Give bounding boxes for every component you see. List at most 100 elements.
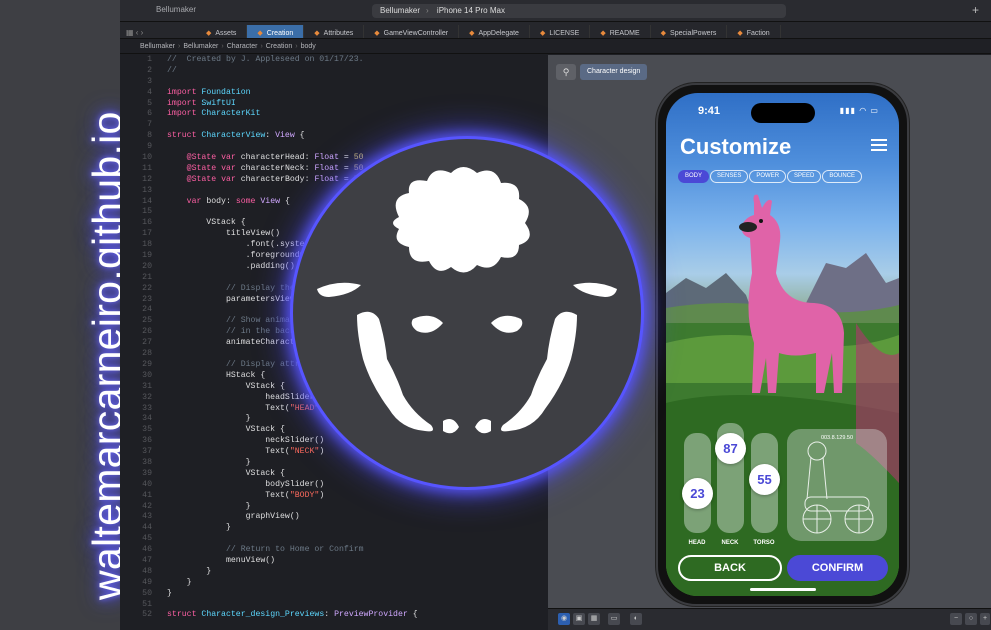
category-chips: BODY SENSES POWER SPEED BOUNCE — [678, 164, 893, 183]
tab-specialpowers[interactable]: ◆ SpecialPowers — [651, 25, 728, 38]
line-number: 28 — [142, 349, 152, 359]
tab-gameviewcontroller[interactable]: ◆ GameViewController — [364, 25, 460, 38]
code-line[interactable]: import CharacterKit — [167, 109, 547, 120]
breadcrumb-item[interactable]: Character — [227, 43, 258, 50]
tab-appdelegate[interactable]: ◆ AppDelegate — [459, 25, 530, 38]
device-settings-icon[interactable]: ▭ — [608, 613, 620, 625]
code-line[interactable]: } — [167, 567, 547, 578]
neck-slider[interactable]: 87 — [715, 423, 746, 533]
scheme-device: iPhone 14 Pro Max — [436, 6, 505, 15]
nav-arrows[interactable]: ▦ ‹ › — [120, 24, 196, 38]
line-number: 44 — [142, 523, 152, 533]
line-number: 36 — [142, 436, 152, 446]
confirm-button[interactable]: CONFIRM — [787, 555, 888, 581]
line-number: 17 — [142, 229, 152, 239]
line-number: 37 — [142, 447, 152, 457]
code-line[interactable]: } — [167, 589, 547, 600]
code-line[interactable]: // — [167, 66, 547, 77]
line-number: 30 — [142, 370, 152, 380]
swift-file-icon: ◆ — [206, 30, 212, 37]
neck-slider-knob[interactable]: 87 — [715, 433, 746, 464]
line-number: 42 — [142, 501, 152, 511]
iphone-frame: 9:41 ▮▮▮ ◠ ▭ Customize BODY SENSES POWER SP… — [656, 83, 909, 606]
breadcrumb-item[interactable]: body — [301, 43, 316, 50]
tab-assets[interactable]: ◆ Assets — [196, 25, 248, 38]
code-line[interactable]: import Foundation — [167, 88, 547, 99]
chip-speed[interactable]: SPEED — [787, 170, 822, 183]
line-number: 18 — [142, 240, 152, 250]
code-line[interactable]: } — [167, 523, 547, 534]
breadcrumb-separator: › — [221, 43, 224, 50]
line-number: 1 — [147, 55, 152, 64]
chip-bounce[interactable]: BOUNCE — [822, 170, 863, 183]
chip-senses[interactable]: SENSES — [710, 170, 749, 183]
code-line[interactable]: // Created by J. Appleseed on 01/17/23. — [167, 55, 547, 66]
code-line[interactable]: import SwiftUI — [167, 99, 547, 110]
dynamic-island — [751, 103, 815, 123]
back-button[interactable]: BACK — [678, 555, 782, 581]
skeleton-graph-panel[interactable]: 003.8.129.50 — [787, 429, 887, 541]
line-number: 10 — [142, 153, 152, 163]
swift-file-icon: ◆ — [257, 30, 263, 37]
brand-url[interactable]: waltemarcarneiro.github.io — [84, 111, 120, 600]
code-line[interactable]: graphView() — [167, 512, 547, 523]
torso-slider[interactable]: 55 — [749, 433, 780, 533]
live-preview-icon[interactable]: ◉ — [558, 613, 570, 625]
code-line[interactable] — [167, 120, 547, 131]
code-line[interactable]: } — [167, 578, 547, 589]
zoom-out-icon[interactable]: − — [950, 613, 962, 625]
head-slider-knob[interactable]: 23 — [682, 478, 713, 509]
code-line[interactable] — [167, 534, 547, 545]
code-line[interactable] — [167, 77, 547, 88]
tab-attributes[interactable]: ◆ Attributes — [304, 25, 365, 38]
line-number: 32 — [142, 392, 152, 402]
line-number: 6 — [147, 109, 152, 119]
tab-creation[interactable]: ◆ Creation — [247, 25, 305, 38]
line-number: 14 — [142, 196, 152, 206]
code-line[interactable]: Text("BODY") — [167, 491, 547, 502]
chip-power[interactable]: POWER — [749, 170, 787, 183]
code-line[interactable]: // Return to Home or Confirm — [167, 545, 547, 556]
variants-icon[interactable]: ▦ — [588, 613, 600, 625]
status-time: 9:41 — [698, 105, 721, 117]
breadcrumb: Bellumaker › Bellumaker › Character › Creation… — [120, 39, 991, 54]
torso-slider-knob[interactable]: 55 — [749, 464, 780, 495]
code-line[interactable]: } — [167, 502, 547, 513]
line-number: 12 — [142, 174, 152, 184]
code-line[interactable]: struct Character_design_Previews: Previe… — [167, 610, 547, 621]
line-number: 31 — [142, 381, 152, 391]
zoom-reset-icon[interactable]: ○ — [965, 613, 977, 625]
breadcrumb-item[interactable]: Bellumaker — [183, 43, 218, 50]
breadcrumb-separator: › — [295, 43, 298, 50]
breadcrumb-item[interactable]: Bellumaker — [140, 43, 175, 50]
color-scheme-icon[interactable]: ◐ — [630, 613, 642, 625]
sheep-icon — [317, 167, 617, 434]
code-line[interactable]: menuView() — [167, 556, 547, 567]
line-number: 9 — [147, 142, 152, 152]
breadcrumb-item[interactable]: Creation — [266, 43, 292, 50]
chip-body[interactable]: BODY — [678, 170, 710, 183]
title-bar: Bellumaker Bellumaker › iPhone 14 Pro Max… — [120, 0, 991, 22]
selectable-icon[interactable]: ▣ — [573, 613, 585, 625]
tab-readme[interactable]: ◆ README — [590, 25, 651, 38]
add-icon[interactable]: + — [972, 3, 979, 17]
scheme-selector[interactable]: Bellumaker › iPhone 14 Pro Max — [372, 4, 786, 18]
preview-tag[interactable]: Character design — [580, 64, 648, 80]
hamburger-menu-icon[interactable] — [871, 139, 887, 151]
project-name: Bellumaker — [156, 5, 197, 14]
line-number: 35 — [142, 425, 152, 435]
tab-faction[interactable]: ◆ Faction — [727, 25, 781, 38]
line-number: 13 — [142, 185, 152, 195]
canvas-toolbar: ◉ ▣ ▦ ▭ ◐ − ○ + — [548, 608, 991, 630]
line-number: 15 — [142, 207, 152, 217]
zoom-in-icon[interactable]: + — [980, 613, 990, 625]
breadcrumb-separator: › — [178, 43, 181, 50]
line-number: 24 — [142, 305, 152, 315]
tab-label: LICENSE — [549, 30, 580, 37]
code-line[interactable] — [167, 600, 547, 611]
line-number: 47 — [142, 555, 152, 565]
tab-label: Attributes — [323, 30, 354, 37]
tab-license[interactable]: ◆ LICENSE — [530, 25, 591, 38]
pin-icon[interactable]: ⚲ — [556, 64, 576, 80]
head-slider[interactable]: 23 — [682, 433, 713, 533]
